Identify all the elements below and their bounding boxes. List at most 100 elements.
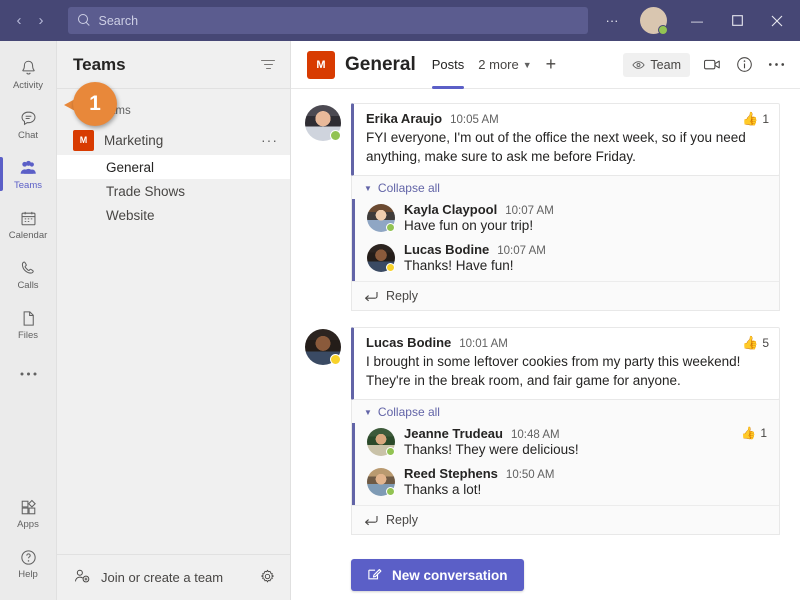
- close-button[interactable]: [758, 0, 796, 41]
- message-list[interactable]: Erika Araujo 10:05 AM FYI everyone, I'm …: [291, 89, 800, 600]
- teams-panel-footer: Join or create a team: [57, 554, 290, 600]
- team-visibility-button[interactable]: Team: [623, 52, 690, 77]
- thumbs-up-icon: 👍: [742, 111, 759, 126]
- presence-badge-available: [386, 487, 395, 496]
- sidebar-label-help: Help: [18, 568, 38, 580]
- reply-text: Thanks a lot!: [404, 482, 482, 497]
- search-input[interactable]: Search: [67, 7, 588, 34]
- title-bar: ‹ › Search ··· —: [0, 0, 800, 41]
- gear-icon[interactable]: [259, 568, 276, 588]
- sidebar-item-apps[interactable]: Apps: [0, 488, 57, 538]
- info-icon[interactable]: [734, 55, 754, 75]
- channel-item-website[interactable]: Website: [57, 203, 290, 227]
- reply-timestamp: 10:50 AM: [505, 469, 555, 481]
- reaction-badge[interactable]: 👍 1: [741, 426, 767, 440]
- reaction-badge[interactable]: 👍 5: [742, 335, 769, 351]
- video-camera-icon[interactable]: [702, 55, 722, 75]
- reply-text: Thanks! Have fun!: [404, 258, 514, 273]
- sidebar-label-calls: Calls: [17, 279, 39, 291]
- main-area: Activity Chat Teams Calendar Calls Files…: [0, 41, 800, 600]
- message-card[interactable]: Lucas Bodine 10:01 AM I brought in some …: [351, 327, 780, 400]
- reply-body: Kayla Claypool 10:07 AM Have fun on your…: [404, 202, 767, 235]
- search-area: Search: [60, 7, 595, 34]
- window-controls: ··· —: [595, 0, 800, 41]
- new-conversation-button[interactable]: New conversation: [351, 559, 524, 591]
- settings-more-button[interactable]: ···: [595, 0, 629, 41]
- reply-timestamp: 10:07 AM: [505, 205, 554, 217]
- message-timestamp: 10:05 AM: [450, 114, 499, 126]
- join-or-create-team-button[interactable]: Join or create a team: [101, 570, 249, 585]
- reply-header: Reed Stephens 10:50 AM: [404, 466, 767, 481]
- team-more-options-icon[interactable]: ···: [261, 133, 278, 147]
- reply-text: Thanks! They were delicious!: [404, 442, 579, 457]
- calendar-icon: [18, 208, 39, 229]
- sidebar-item-teams[interactable]: Teams: [0, 149, 57, 199]
- tab-posts[interactable]: Posts: [431, 41, 465, 89]
- thumbs-up-icon: 👍: [742, 335, 759, 350]
- reply-label: Reply: [386, 513, 418, 527]
- sidebar-item-files[interactable]: Files: [0, 299, 57, 349]
- collapse-all-button[interactable]: ▼ Collapse all: [352, 399, 779, 423]
- add-people-icon: [73, 567, 91, 588]
- apps-icon: [18, 497, 39, 518]
- sidebar-item-more[interactable]: [0, 349, 57, 399]
- reply-header: Kayla Claypool 10:07 AM: [404, 202, 767, 217]
- team-button-label: Team: [650, 57, 681, 72]
- reply-timestamp: 10:48 AM: [510, 429, 560, 441]
- reply-author: Reed Stephens: [404, 466, 498, 481]
- sidebar-label-activity: Activity: [12, 79, 44, 91]
- reply-button[interactable]: Reply: [352, 281, 779, 310]
- reaction-badge[interactable]: 👍 1: [742, 111, 769, 127]
- reaction-count: 1: [760, 426, 767, 440]
- reply-author: Kayla Claypool: [404, 202, 498, 217]
- reaction-count: 5: [762, 336, 769, 350]
- reply-list: Jeanne Trudeau 10:48 AM Thanks! They wer…: [352, 423, 779, 505]
- message-header: Lucas Bodine 10:01 AM: [366, 335, 767, 350]
- more-options-icon[interactable]: [766, 55, 786, 75]
- sidebar-label-teams: Teams: [14, 179, 42, 191]
- sidebar-item-chat[interactable]: Chat: [0, 99, 57, 149]
- thread: Erika Araujo 10:05 AM FYI everyone, I'm …: [305, 103, 780, 311]
- reply-author: Lucas Bodine: [404, 242, 490, 257]
- channel-label: Website: [106, 207, 155, 223]
- sidebar-item-activity[interactable]: Activity: [0, 49, 57, 99]
- avatar: [367, 468, 395, 496]
- compose-icon: [367, 566, 382, 584]
- forward-button[interactable]: ›: [30, 10, 52, 32]
- minimize-button[interactable]: —: [678, 0, 716, 41]
- thread: Lucas Bodine 10:01 AM I brought in some …: [305, 327, 780, 535]
- sidebar-item-help[interactable]: Help: [0, 538, 57, 588]
- collapse-all-button[interactable]: ▼ Collapse all: [352, 175, 779, 199]
- replies-container: ▼ Collapse all Kayla Claypool 10:07 AM H…: [351, 175, 780, 311]
- navigation-arrows: ‹ ›: [0, 10, 60, 32]
- callout-badge-1: 1: [64, 82, 117, 135]
- reply-button[interactable]: Reply: [352, 505, 779, 534]
- channel-item-trade-shows[interactable]: Trade Shows: [57, 179, 290, 203]
- sidebar-item-calls[interactable]: Calls: [0, 249, 57, 299]
- message-card[interactable]: Erika Araujo 10:05 AM FYI everyone, I'm …: [351, 103, 780, 176]
- presence-badge-available: [386, 447, 395, 456]
- add-tab-button[interactable]: +: [546, 54, 557, 75]
- reply-label: Reply: [386, 289, 418, 303]
- user-avatar[interactable]: [640, 7, 668, 35]
- filter-icon[interactable]: [260, 57, 276, 73]
- message-author: Lucas Bodine: [366, 335, 452, 350]
- teams-app-window: ‹ › Search ··· — Activity Chat Teams Cal…: [0, 0, 800, 600]
- message-header: Erika Araujo 10:05 AM: [366, 111, 767, 126]
- maximize-button[interactable]: [718, 0, 756, 41]
- chevron-down-icon: ▼: [364, 183, 372, 193]
- reaction-count: 1: [762, 112, 769, 126]
- tab-posts-label: Posts: [431, 57, 465, 72]
- channel-header-actions: Team: [623, 52, 786, 77]
- page-title: Teams: [73, 54, 126, 74]
- channel-tabs: Posts 2 more ▼ +: [431, 41, 557, 89]
- conversation-area: M General Posts 2 more ▼ + Team Erika Ar…: [291, 41, 800, 600]
- thumbs-up-icon: 👍: [741, 426, 757, 440]
- reply-item: Jeanne Trudeau 10:48 AM Thanks! They wer…: [355, 423, 779, 463]
- tab-more-dropdown[interactable]: 2 more ▼: [478, 41, 531, 89]
- sidebar-item-calendar[interactable]: Calendar: [0, 199, 57, 249]
- reply-text: Have fun on your trip!: [404, 218, 534, 233]
- reply-body: Jeanne Trudeau 10:48 AM Thanks! They wer…: [404, 426, 767, 459]
- channel-item-general[interactable]: General: [57, 155, 290, 179]
- back-button[interactable]: ‹: [8, 10, 30, 32]
